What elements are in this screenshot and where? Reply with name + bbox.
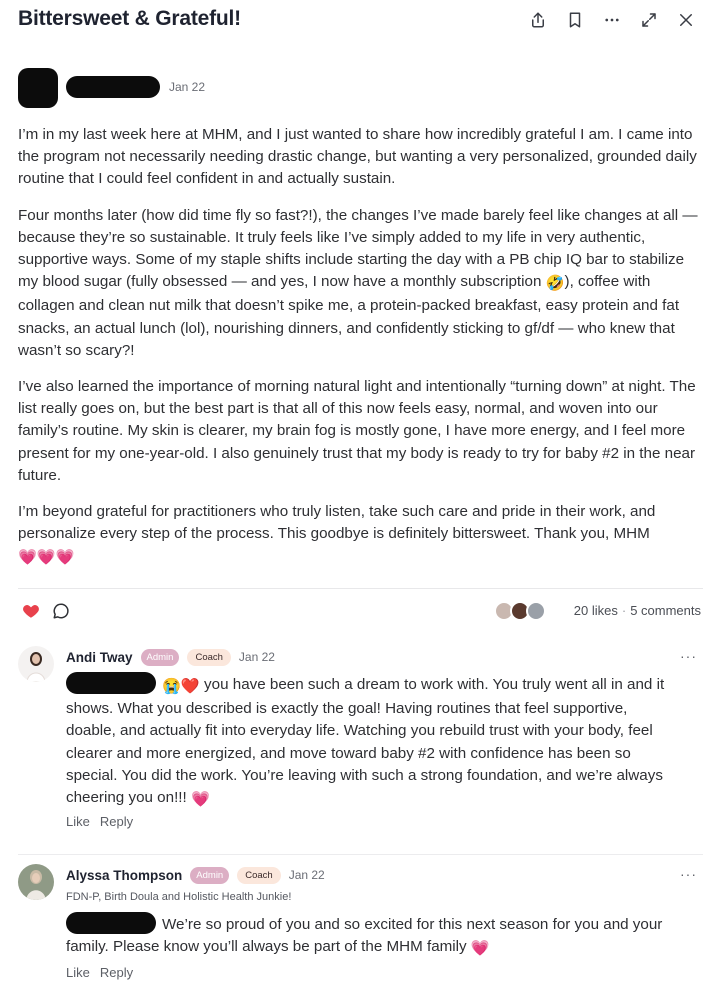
like-button[interactable]: Like (66, 965, 90, 980)
comment-text: We’re so proud of you and so excited for… (66, 912, 676, 960)
stats-separator: · (621, 603, 627, 618)
comment-date: Jan 22 (238, 650, 275, 664)
likes-count[interactable]: 20 likes (574, 603, 618, 618)
coach-badge: Coach (237, 866, 281, 884)
comment-date: Jan 22 (288, 868, 325, 882)
pink-hearts-emoji-icon: 💗💗💗 (18, 549, 75, 567)
reply-button[interactable]: Reply (100, 965, 133, 980)
pink-heart-emoji-icon: 💗 (470, 940, 490, 958)
post-title: Bittersweet & Grateful! (18, 7, 241, 30)
divider (18, 588, 703, 589)
comment-actions: Like Reply (66, 814, 133, 829)
post-stats: 20 likes · 5 comments (574, 603, 701, 618)
admin-badge: Admin (140, 648, 180, 666)
commenter-subtitle: FDN-P, Birth Doula and Holistic Health J… (66, 891, 292, 903)
commenter-avatar[interactable] (18, 864, 54, 900)
comment-header: Andi Tway Admin Coach Jan 22 (66, 646, 275, 668)
comment-actions: Like Reply (66, 965, 133, 980)
comments-count[interactable]: 5 comments (630, 603, 701, 618)
comment-text: 😭❤️ you have been such a dream to work w… (66, 672, 676, 811)
post-date: Jan 22 (169, 80, 206, 94)
heart-icon[interactable] (22, 602, 40, 620)
post-paragraph: Four months later (how did time fly so f… (18, 206, 698, 359)
close-icon[interactable] (675, 9, 697, 31)
reply-button[interactable]: Reply (100, 814, 133, 829)
post-paragraph: I’ve also learned the importance of morn… (18, 378, 696, 484)
post-actions: 20 likes · 5 comments (18, 598, 703, 624)
liker-avatar (526, 601, 546, 621)
like-button[interactable]: Like (66, 814, 90, 829)
post-body: I’m in my last week here at MHM, and I j… (18, 124, 708, 584)
comment-header: Alyssa Thompson Admin Coach Jan 22 (66, 864, 325, 886)
post-header: Bittersweet & Grateful! (0, 0, 723, 44)
comment-more-icon[interactable]: ··· (680, 866, 697, 882)
liker-avatars[interactable] (494, 601, 554, 621)
author-name-redacted[interactable] (66, 76, 160, 98)
commenter-avatar[interactable] (18, 646, 54, 682)
commenter-name[interactable]: Alyssa Thompson (66, 868, 182, 883)
share-icon[interactable] (527, 9, 549, 31)
comment: Andi Tway Admin Coach Jan 22 ··· 😭❤️ you… (18, 646, 703, 855)
coach-badge: Coach (187, 648, 231, 666)
post-paragraph: I’m in my last week here at MHM, and I j… (18, 126, 697, 188)
more-icon[interactable] (601, 9, 623, 31)
bookmark-icon[interactable] (564, 9, 586, 31)
pink-heart-emoji-icon: 💗 (190, 791, 210, 809)
crying-heart-emoji-icon: 😭❤️ (162, 678, 200, 695)
mention-redacted[interactable] (66, 912, 156, 934)
laughing-emoji-icon: 🤣 (545, 275, 565, 293)
expand-icon[interactable] (638, 9, 660, 31)
comment-divider (18, 854, 703, 855)
comment: Alyssa Thompson Admin Coach Jan 22 ··· F… (18, 864, 703, 994)
comment-more-icon[interactable]: ··· (680, 648, 697, 664)
post-author: Jan 22 (18, 68, 318, 108)
admin-badge: Admin (190, 866, 230, 884)
author-avatar[interactable] (18, 68, 58, 108)
mention-redacted[interactable] (66, 672, 156, 694)
comment-icon[interactable] (52, 602, 70, 620)
post-paragraph: I’m beyond grateful for practitioners wh… (18, 501, 708, 570)
commenter-name[interactable]: Andi Tway (66, 650, 133, 665)
